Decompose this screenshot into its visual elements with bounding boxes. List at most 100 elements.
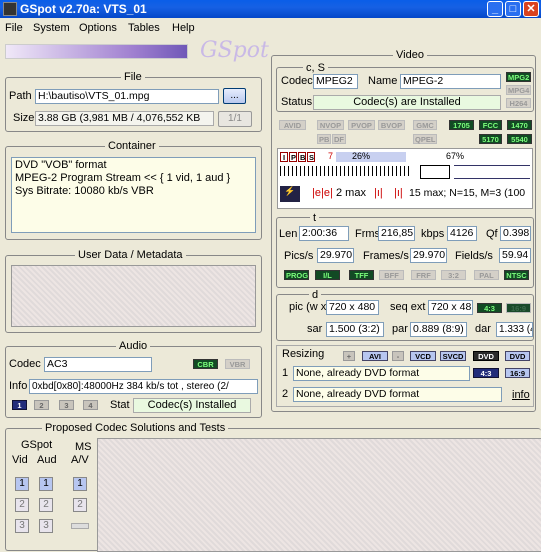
tag-5540: 5540	[507, 134, 532, 144]
tag-h264: H264	[506, 98, 531, 108]
browse-button[interactable]: ...	[223, 88, 246, 104]
minimize-button[interactable]: _	[487, 1, 503, 17]
audio-stream-2[interactable]: 2	[34, 400, 49, 410]
audio-info-field: 0xbd[0x80]:48000Hz 384 kb/s tot , stereo…	[29, 379, 258, 394]
page-indicator[interactable]: 1/1	[218, 111, 252, 127]
ms-av-2-button[interactable]: 2	[73, 498, 87, 512]
menu-tables[interactable]: Tables	[128, 22, 160, 34]
pct-a-bar	[336, 152, 406, 162]
container-group: Container DVD "VOB" format MPEG-2 Progra…	[5, 140, 262, 240]
gop-line	[454, 165, 530, 179]
dar-label: dar	[475, 323, 491, 335]
resize-dvd2-button[interactable]: DVD	[505, 351, 530, 361]
tag-1705: 1705	[449, 120, 474, 130]
cbr-tag: CBR	[193, 359, 218, 369]
menu-system[interactable]: System	[33, 22, 70, 34]
vbr-tag: VBR	[225, 359, 250, 369]
video-codec-field: MPEG2	[313, 74, 358, 89]
path-field[interactable]: H:\bautiso\VTS_01.mpg	[35, 89, 219, 104]
ms-label: MS	[75, 441, 92, 453]
container-info: DVD "VOB" format MPEG-2 Program Stream <…	[11, 157, 256, 233]
resize-vcd-button[interactable]: VCD	[410, 351, 436, 361]
audio-stat-field: Codec(s) Installed	[133, 398, 251, 413]
proposed-group: Proposed Codec Solutions and Tests GSpot…	[5, 422, 541, 552]
audio-stream-4[interactable]: 4	[83, 400, 98, 410]
len-field: 2:00:36	[299, 226, 349, 241]
qf-field: 0.398	[500, 226, 531, 241]
menu-file[interactable]: File	[5, 22, 23, 34]
gspot-logo: GSpot	[200, 38, 269, 63]
frms-field: 216,85	[378, 226, 415, 241]
video-name-field: MPEG-2	[400, 74, 501, 89]
par-field: 0.889 (8:9)	[410, 322, 467, 337]
video-group: Video c, S Codec MPEG2 Name MPEG-2 MPG2 …	[271, 49, 536, 412]
tag-mpg2: MPG2	[506, 72, 531, 82]
fields-field: 59.94	[499, 248, 531, 263]
maximize-button[interactable]: □	[505, 1, 521, 17]
frame-type-s: S	[307, 152, 315, 162]
tag-pb: PB	[317, 134, 331, 144]
menu-help[interactable]: Help	[172, 22, 195, 34]
frames-field: 29.970	[410, 248, 447, 263]
tag-pal: PAL	[474, 270, 499, 280]
resize-row1-num: 1	[282, 367, 289, 379]
frames-label: Frames/s	[363, 250, 409, 262]
resize-minus-button[interactable]: -	[392, 351, 404, 361]
vid-label: Vid	[12, 454, 28, 466]
gspot-aud-3-button[interactable]: 3	[39, 519, 53, 533]
info-link[interactable]: info	[512, 389, 530, 401]
file-group: File Path H:\bautiso\VTS_01.mpg ... Size…	[5, 71, 262, 132]
audio-stat-label: Stat	[110, 399, 130, 411]
frame-type-b: B	[298, 152, 306, 162]
pct-b-label: 67%	[446, 151, 465, 161]
gspot-aud-1-button[interactable]: 1	[39, 477, 53, 491]
pics-field: 29.970	[317, 248, 354, 263]
video-status-field: Codec(s) are Installed	[313, 95, 501, 110]
kbps-field: 4126	[447, 226, 477, 241]
len-label: Len	[279, 228, 298, 240]
gspot-vid-2-button[interactable]: 2	[15, 498, 29, 512]
seq-value: 7	[328, 151, 334, 161]
gspot-vid-1-button[interactable]: 1	[15, 477, 29, 491]
ms-av-1-button[interactable]: 1	[73, 477, 87, 491]
metadata-group: User Data / Metadata	[5, 249, 262, 333]
tag-avid: AVID	[279, 120, 306, 130]
tag-5170: 5170	[479, 134, 502, 144]
gop-marker-icon	[420, 165, 450, 179]
gspot-aud-2-button[interactable]: 2	[39, 498, 53, 512]
title-bar: GSpot v2.70a: VTS_01 _ □ ✕	[0, 0, 541, 18]
gspot-vid-3-button[interactable]: 3	[15, 519, 29, 533]
dimensions-section: d pic (w x 720 x 480 seq ext 720 x 48 4:…	[276, 289, 534, 341]
menu-options[interactable]: Options	[79, 22, 117, 34]
resize-ar169-tag: 16:9	[505, 368, 530, 378]
gop-pattern	[280, 166, 410, 176]
gop-logo-icon: ⚡	[280, 186, 300, 202]
tag-pvop: PVOP	[348, 120, 375, 130]
codec-section: c, S Codec MPEG2 Name MPEG-2 MPG2 MPG4 H…	[276, 62, 534, 112]
resize-avi-button[interactable]: AVI	[362, 351, 388, 361]
size-field: 3.88 GB (3,981 MB / 4,076,552 KB	[35, 111, 214, 126]
audio-stream-3[interactable]: 3	[59, 400, 74, 410]
close-button[interactable]: ✕	[523, 1, 539, 17]
logo-strip	[5, 44, 188, 59]
seqext-label: seq ext	[390, 301, 426, 313]
fields-label: Fields/s	[455, 250, 493, 262]
aud-label: Aud	[37, 454, 57, 466]
pic-field: 720 x 480	[326, 300, 379, 315]
par-label: par	[392, 323, 408, 335]
resize-svcd-button[interactable]: SVCD	[440, 351, 466, 361]
resize-dvd-button[interactable]: DVD	[473, 351, 499, 361]
container-line: MPEG-2 Program Stream << { 1 vid, 1 aud …	[15, 172, 231, 184]
timing-title: t	[310, 212, 320, 224]
metadata-area	[11, 265, 256, 327]
tag-mpg4: MPG4	[506, 85, 531, 95]
gop-i2-icon: |ı|	[394, 187, 403, 199]
av-label: A/V	[71, 454, 89, 466]
dimensions-title: d	[309, 289, 322, 301]
gop-max-text: 2 max	[336, 187, 366, 199]
audio-stream-1[interactable]: 1	[12, 400, 27, 410]
pic-label: pic (w x	[289, 301, 327, 313]
resize-plus-button[interactable]: +	[343, 351, 355, 361]
menu-bar: File System Options Tables Help	[0, 18, 541, 38]
tag-bff: BFF	[379, 270, 404, 280]
